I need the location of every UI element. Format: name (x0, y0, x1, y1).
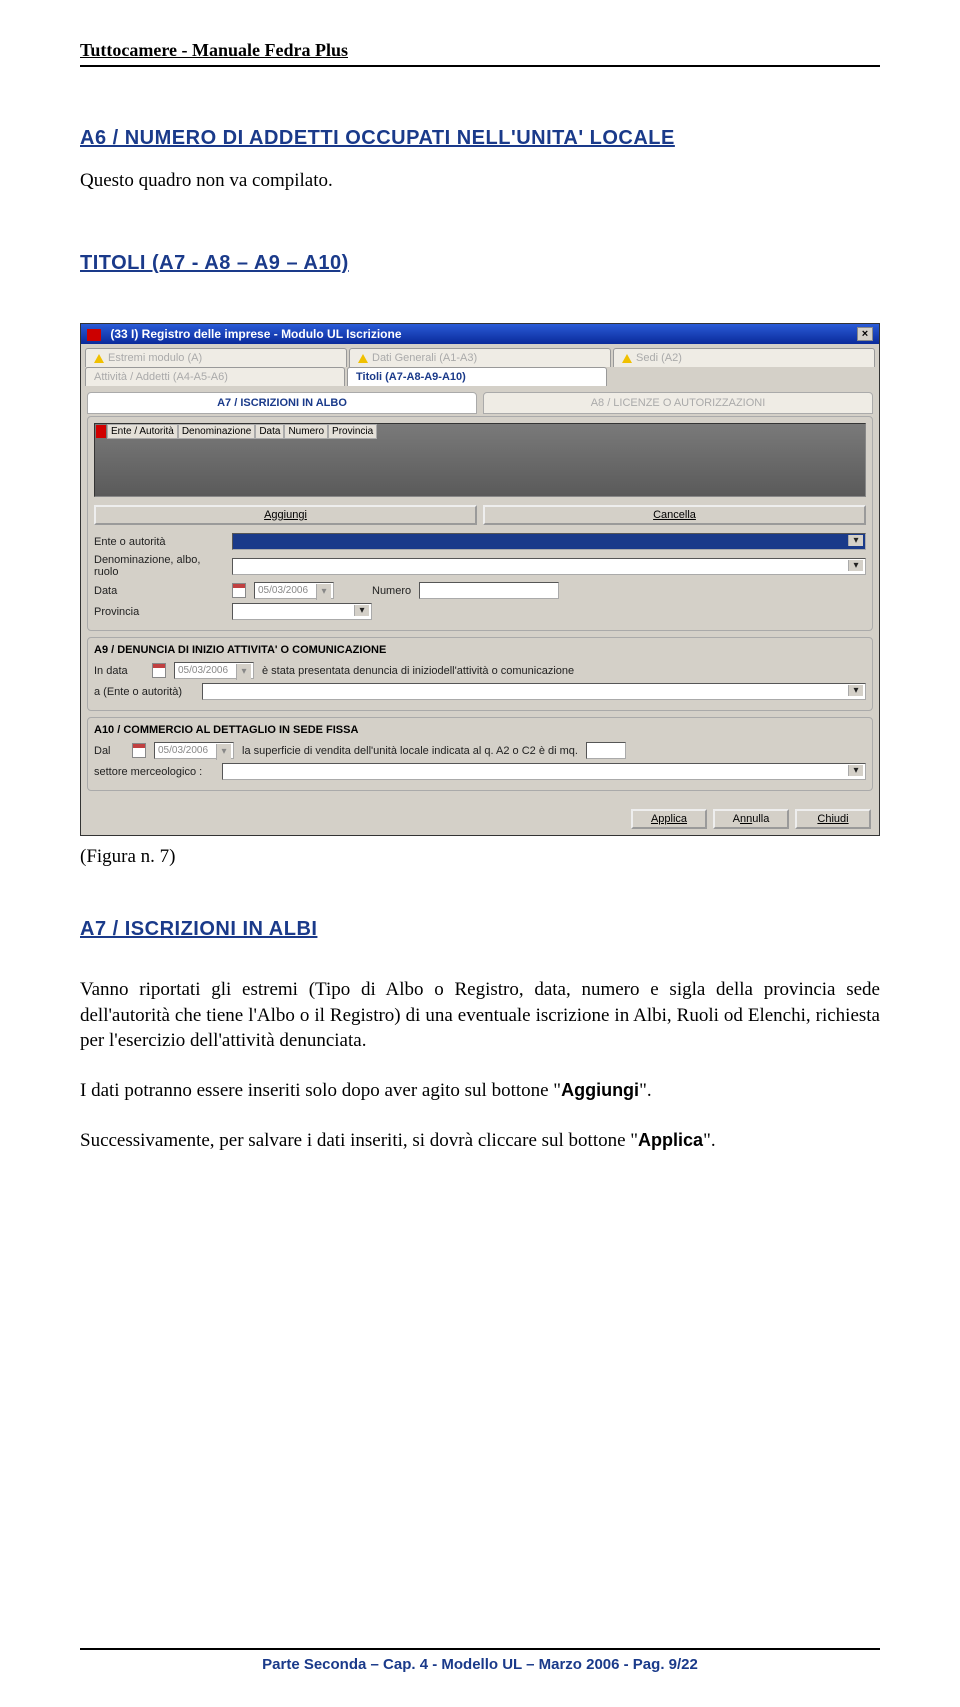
subtab-a7[interactable]: A7 / ISCRIZIONI IN ALBO (87, 392, 477, 414)
grid-buttons: Aggiungi Cancella (94, 505, 866, 525)
label-data: Data (94, 585, 224, 597)
a6-body: Questo quadro non va compilato. (80, 170, 880, 192)
app-icon (87, 329, 101, 341)
warning-icon (622, 354, 632, 363)
input-numero[interactable] (419, 582, 559, 599)
client-area: A7 / ISCRIZIONI IN ALBO A8 / LICENZE O A… (81, 386, 879, 803)
heading-titoli: TITOLI (A7 - A8 – A9 – A10) (80, 252, 880, 275)
calendar-icon[interactable] (152, 663, 166, 678)
heading-a10: A10 / COMMERCIO AL DETTAGLIO IN SEDE FIS… (94, 724, 866, 736)
label-numero: Numero (372, 585, 411, 597)
input-denom[interactable] (232, 558, 866, 575)
warning-icon (94, 354, 104, 363)
label-indata: In data (94, 665, 144, 677)
input-settore[interactable] (222, 763, 866, 780)
panel-a10: A10 / COMMERCIO AL DETTAGLIO IN SEDE FIS… (87, 717, 873, 791)
page-footer: Parte Seconda – Cap. 4 - Modello UL – Ma… (0, 1648, 960, 1673)
a9-text-tail: è stata presentata denuncia di iniziodel… (262, 665, 574, 677)
col-numero: Numero (284, 424, 328, 439)
tab-titoli[interactable]: Titoli (A7-A8-A9-A10) (347, 367, 607, 386)
page-content: Tuttocamere - Manuale Fedra Plus A6 / NU… (0, 0, 960, 1153)
label-prov: Provincia (94, 606, 224, 618)
footer-text: Parte Seconda – Cap. 4 - Modello UL – Ma… (0, 1650, 960, 1673)
heading-a6: A6 / NUMERO DI ADDETTI OCCUPATI NELL'UNI… (80, 127, 880, 150)
para-3: Successivamente, per salvare i dati inse… (80, 1128, 880, 1154)
label-settore: settore merceologico : (94, 766, 214, 778)
col-prov: Provincia (328, 424, 377, 439)
col-data: Data (255, 424, 284, 439)
app-window: (33 I) Registro delle imprese - Modulo U… (80, 323, 880, 836)
applica-button[interactable]: Applica (631, 809, 707, 829)
figure-caption: (Figura n. 7) (80, 846, 880, 868)
annulla-button[interactable]: Annulla (713, 809, 789, 829)
tab-sedi[interactable]: Sedi (A2) (613, 348, 875, 367)
input-data[interactable]: 05/03/2006 (254, 582, 334, 599)
panel-a7: Ente / Autorità Denominazione Data Numer… (87, 416, 873, 631)
delete-button[interactable]: Cancella (483, 505, 866, 525)
grid-marker (96, 425, 106, 438)
header-rule (80, 65, 880, 67)
subtabs: A7 / ISCRIZIONI IN ALBO A8 / LICENZE O A… (87, 392, 873, 414)
tabs-row-1: Estremi modulo (A) Dati Generali (A1-A3)… (81, 344, 879, 367)
tab-dati-generali[interactable]: Dati Generali (A1-A3) (349, 348, 611, 367)
tab-attivita[interactable]: Attività / Addetti (A4-A5-A6) (85, 367, 345, 386)
window-title: (33 I) Registro delle imprese - Modulo U… (110, 327, 401, 341)
label-dal: Dal (94, 745, 124, 757)
input-ente[interactable] (232, 533, 866, 550)
dialog-buttons: Applica Annulla Chiudi (81, 803, 879, 835)
input-a9-date[interactable]: 05/03/2006 (174, 662, 254, 679)
input-mq[interactable] (586, 742, 626, 759)
label-ente: Ente o autorità (94, 536, 224, 548)
input-a9-ente[interactable] (202, 683, 866, 700)
panel-a9: A9 / DENUNCIA DI INIZIO ATTIVITA' O COMU… (87, 637, 873, 711)
label-a-ente: a (Ente o autorità) (94, 686, 194, 698)
a10-text-tail: la superficie di vendita dell'unità loca… (242, 745, 578, 757)
add-button[interactable]: Aggiungi (94, 505, 477, 525)
para-2: I dati potranno essere inseriti solo dop… (80, 1078, 880, 1104)
calendar-icon[interactable] (132, 743, 146, 758)
input-a10-date[interactable]: 05/03/2006 (154, 742, 234, 759)
heading-a9: A9 / DENUNCIA DI INIZIO ATTIVITA' O COMU… (94, 644, 866, 656)
heading-a7-body: A7 / ISCRIZIONI IN ALBI (80, 918, 880, 941)
label-denom: Denominazione, albo, ruolo (94, 554, 224, 578)
data-grid[interactable]: Ente / Autorità Denominazione Data Numer… (94, 423, 866, 497)
close-button[interactable]: × (857, 327, 873, 341)
para-1: Vanno riportati gli estremi (Tipo di Alb… (80, 977, 880, 1054)
input-prov[interactable] (232, 603, 372, 620)
running-header: Tuttocamere - Manuale Fedra Plus (80, 40, 880, 61)
tabs-row-2: Attività / Addetti (A4-A5-A6) Titoli (A7… (81, 367, 879, 386)
calendar-icon[interactable] (232, 583, 246, 598)
tab-estremi[interactable]: Estremi modulo (A) (85, 348, 347, 367)
col-ente: Ente / Autorità (107, 424, 178, 439)
window-titlebar: (33 I) Registro delle imprese - Modulo U… (81, 324, 879, 344)
col-denom: Denominazione (178, 424, 256, 439)
chiudi-button[interactable]: Chiudi (795, 809, 871, 829)
subtab-a8[interactable]: A8 / LICENZE O AUTORIZZAZIONI (483, 392, 873, 414)
grid-header: Ente / Autorità Denominazione Data Numer… (107, 424, 377, 439)
warning-icon (358, 354, 368, 363)
